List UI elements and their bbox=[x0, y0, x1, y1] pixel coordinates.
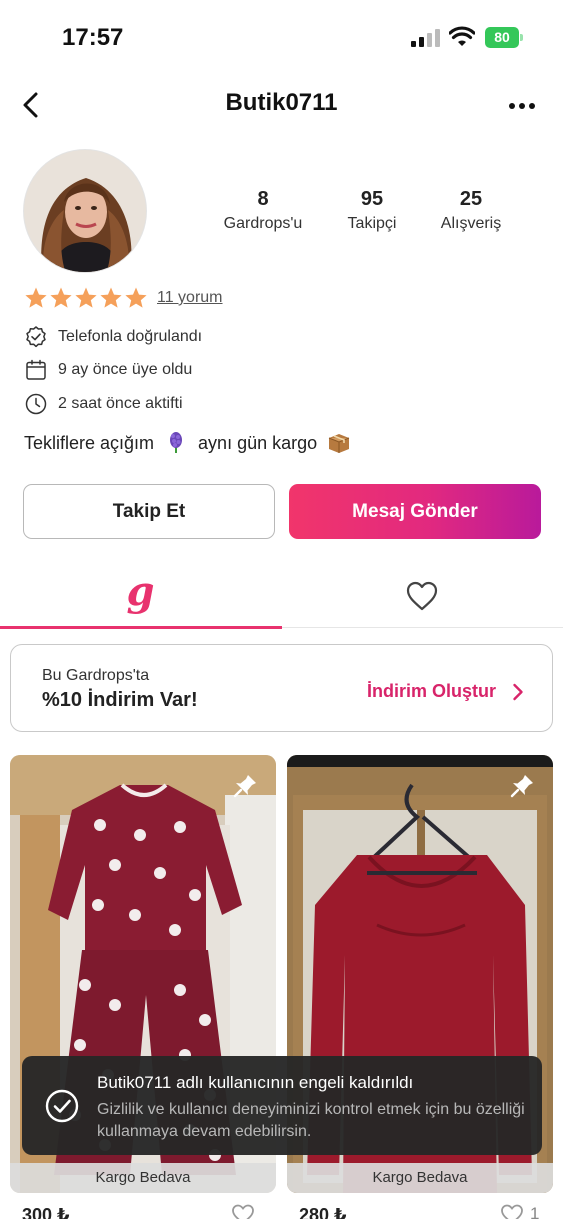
info-phone-verified-text: Telefonla doğrulandı bbox=[58, 328, 203, 345]
stat-followers-value: 95 bbox=[360, 188, 384, 210]
info-last-active-text: 2 saat önce aktifti bbox=[58, 395, 183, 412]
bio-text-2: aynı gün kargo bbox=[198, 432, 318, 453]
battery-level: 80 bbox=[485, 27, 519, 48]
toast-message: Gizlilik ve kullanıcı deneyiminizi kontr… bbox=[97, 1101, 525, 1140]
check-circle-icon bbox=[45, 1089, 79, 1123]
star-icon bbox=[25, 287, 47, 308]
stat-followers[interactable]: 95 Takipçi bbox=[317, 188, 427, 233]
profile-bio: Tekliflere açığım aynı gün kargo bbox=[24, 431, 351, 455]
page-title: Butik0711 bbox=[225, 89, 338, 116]
free-shipping-label: Kargo Bedava bbox=[287, 1163, 553, 1193]
heart-outline-icon bbox=[406, 581, 438, 611]
stat-wardrobe[interactable]: 8 Gardrops'u bbox=[208, 188, 318, 233]
send-message-button[interactable]: Mesaj Gönder bbox=[289, 484, 541, 539]
stat-followers-label: Takipçi bbox=[347, 215, 397, 232]
status-time: 17:57 bbox=[62, 24, 124, 51]
rating-row: 11 yorum bbox=[24, 286, 223, 310]
product-like-count: 1 bbox=[530, 1204, 540, 1219]
cellular-signal-icon bbox=[411, 29, 441, 47]
battery-icon: 80 bbox=[485, 27, 523, 48]
product-price: 280 ₺ bbox=[299, 1205, 347, 1219]
heart-outline-icon[interactable] bbox=[500, 1203, 524, 1219]
stat-wardrobe-value: 8 bbox=[257, 188, 269, 210]
tab-favorites[interactable] bbox=[281, 566, 562, 627]
chevron-right-icon bbox=[513, 683, 523, 701]
pin-icon[interactable] bbox=[232, 773, 258, 799]
star-icon bbox=[125, 287, 147, 308]
more-options-icon[interactable] bbox=[506, 94, 538, 118]
star-icon bbox=[100, 287, 122, 308]
wardrobe-tab-logo-icon: g bbox=[126, 568, 155, 615]
info-last-active: 2 saat önce aktifti bbox=[24, 392, 183, 416]
discount-subtitle: Bu Gardrops'ta bbox=[42, 667, 150, 684]
package-emoji-icon bbox=[328, 434, 350, 453]
create-discount-link[interactable]: İndirim Oluştur bbox=[367, 681, 496, 702]
pin-icon[interactable] bbox=[509, 773, 535, 799]
tab-wardrobe[interactable]: g bbox=[0, 566, 282, 629]
active-tab-indicator bbox=[0, 626, 282, 629]
discount-title: %10 İndirim Var! bbox=[42, 689, 198, 711]
wifi-icon bbox=[449, 26, 475, 46]
hyacinth-emoji-icon bbox=[170, 432, 183, 453]
verified-badge-icon bbox=[26, 326, 46, 348]
rating-stars bbox=[24, 286, 148, 310]
follow-button[interactable]: Takip Et bbox=[23, 484, 275, 539]
calendar-icon bbox=[26, 359, 46, 380]
clock-icon bbox=[25, 393, 47, 415]
info-member-since-text: 9 ay önce üye oldu bbox=[58, 361, 193, 378]
unblock-toast[interactable]: Butik0711 adlı kullanıcının engeli kaldı… bbox=[22, 1056, 542, 1155]
discount-banner[interactable]: Bu Gardrops'ta %10 İndirim Var! İndirim … bbox=[10, 644, 553, 732]
reviews-link[interactable]: 11 yorum bbox=[157, 289, 223, 307]
info-member-since: 9 ay önce üye oldu bbox=[24, 358, 192, 382]
bio-text-1: Tekliflere açığım bbox=[24, 432, 155, 453]
heart-outline-icon[interactable] bbox=[231, 1203, 255, 1219]
product-price: 300 ₺ bbox=[22, 1205, 70, 1219]
star-icon bbox=[75, 287, 97, 308]
stat-purchases-value: 25 bbox=[459, 188, 483, 210]
free-shipping-label: Kargo Bedava bbox=[10, 1163, 276, 1193]
stat-purchases[interactable]: 25 Alışveriş bbox=[416, 188, 526, 233]
stat-purchases-label: Alışveriş bbox=[440, 215, 502, 232]
status-bar: 17:57 80 bbox=[0, 0, 563, 72]
toast-title: Butik0711 adlı kullanıcının engeli kaldı… bbox=[97, 1073, 414, 1092]
avatar[interactable] bbox=[23, 149, 147, 273]
star-icon bbox=[50, 287, 72, 308]
info-phone-verified: Telefonla doğrulandı bbox=[24, 325, 202, 349]
profile-tabs: g bbox=[0, 566, 563, 629]
stat-wardrobe-label: Gardrops'u bbox=[223, 215, 303, 232]
